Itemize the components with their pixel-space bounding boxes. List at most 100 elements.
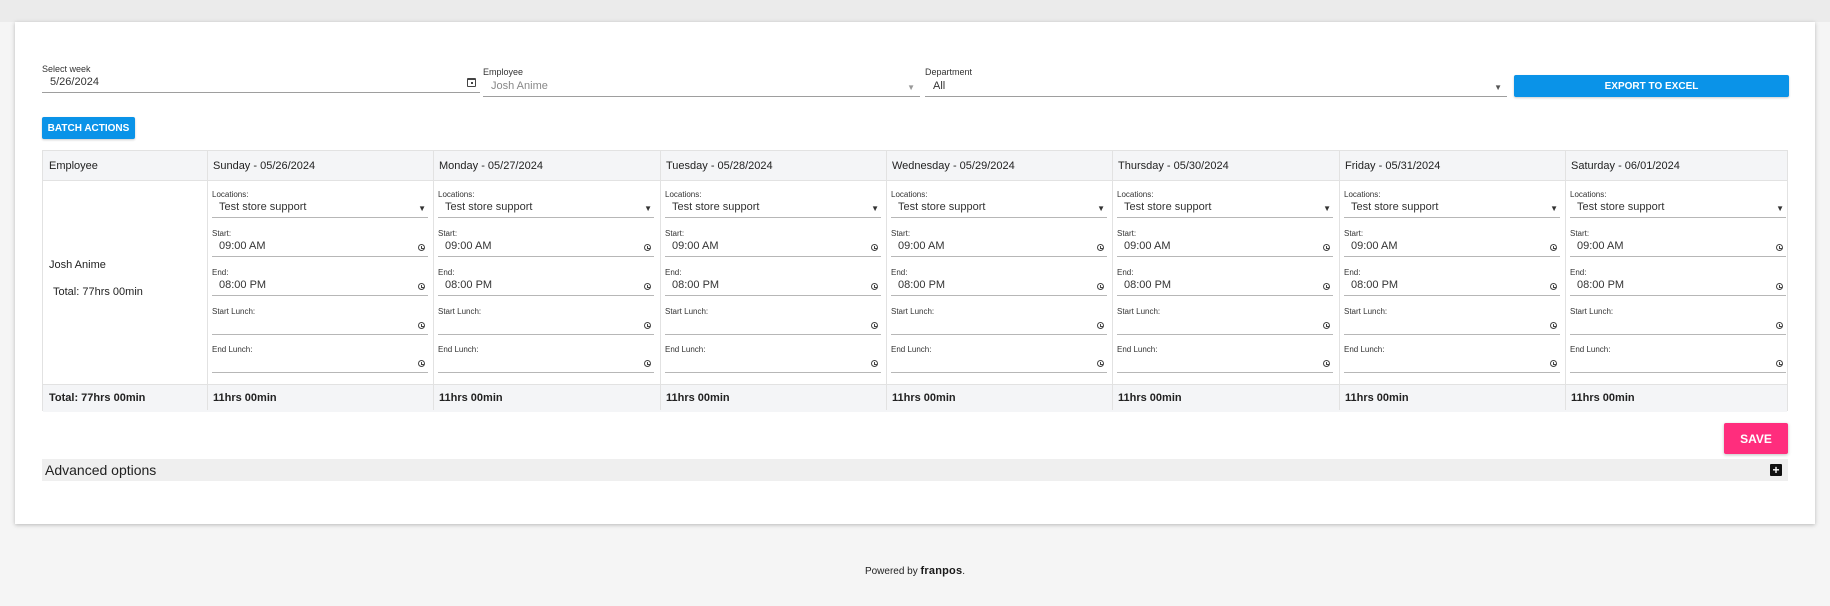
clock-icon[interactable] [1323,283,1330,290]
clock-icon[interactable] [871,244,878,251]
chevron-down-icon[interactable]: ▼ [1097,204,1105,213]
clock-icon[interactable] [1097,322,1104,329]
employee-label: Employee [483,67,524,77]
end-time-field[interactable]: 08:00 PM [898,279,945,291]
location-select-value[interactable]: Test store support [445,201,532,213]
clock-icon[interactable] [644,244,651,251]
end-time-field-underline [1344,295,1560,296]
start-time-field[interactable]: 09:00 AM [672,240,718,252]
clock-icon[interactable] [871,360,878,367]
location-select-underline [665,217,881,218]
start-time-field[interactable]: 09:00 AM [1577,240,1623,252]
start-lunch-field-underline [1570,334,1786,335]
end-lunch-field-underline [1570,372,1786,373]
clock-icon[interactable] [644,283,651,290]
clock-icon[interactable] [1097,244,1104,251]
day-cell: Locations: Test store support ▼ Start: 09:00… [1112,180,1338,384]
locations-label: Locations: [665,190,702,199]
day-cell: Locations: Test store support ▼ Start: 09:00… [886,180,1112,384]
location-select-underline [1344,217,1560,218]
location-select-value[interactable]: Test store support [672,201,759,213]
expand-plus-icon[interactable]: + [1770,464,1782,476]
end-lunch-field-label: End Lunch: [665,345,706,354]
day-header: Monday - 05/27/2024 [439,159,543,172]
end-time-field[interactable]: 08:00 PM [219,279,266,291]
clock-icon[interactable] [1550,322,1557,329]
day-cell: Locations: Test store support ▼ Start: 09:00… [433,180,659,384]
location-select-value[interactable]: Test store support [1124,201,1211,213]
end-lunch-field-underline [891,372,1107,373]
select-week-input[interactable]: 5/26/2024 [42,75,480,93]
end-time-field[interactable]: 08:00 PM [1351,279,1398,291]
chevron-down-icon[interactable]: ▼ [418,204,426,213]
end-time-field-label: End: [212,268,229,277]
end-time-field-label: End: [438,268,455,277]
chevron-down-icon[interactable]: ▼ [871,204,879,213]
start-time-field-label: Start: [438,229,458,238]
end-time-field-underline [438,295,654,296]
clock-icon[interactable] [418,322,425,329]
start-lunch-field-label: Start Lunch: [1344,307,1388,316]
location-select-underline [891,217,1107,218]
clock-icon[interactable] [1776,283,1783,290]
start-lunch-field-label: Start Lunch: [1117,307,1161,316]
day-header: Saturday - 06/01/2024 [1571,159,1680,172]
clock-icon[interactable] [644,360,651,367]
location-select-value[interactable]: Test store support [898,201,985,213]
start-time-field-label: Start: [665,229,685,238]
clock-icon[interactable] [1323,322,1330,329]
day-total: 11hrs 00min [1345,391,1409,404]
end-time-field[interactable]: 08:00 PM [445,279,492,291]
clock-icon[interactable] [1097,283,1104,290]
start-time-field[interactable]: 09:00 AM [1124,240,1170,252]
clock-icon[interactable] [418,360,425,367]
chevron-down-icon[interactable]: ▼ [1550,204,1558,213]
end-time-field-underline [665,295,881,296]
employee-name: Josh Anime [49,259,106,271]
start-time-field-underline [438,256,654,257]
clock-icon[interactable] [1550,360,1557,367]
department-select[interactable]: All ▼ [925,78,1507,97]
save-button[interactable]: SAVE [1724,423,1788,454]
chevron-down-icon[interactable]: ▼ [644,204,652,213]
start-lunch-field-label: Start Lunch: [438,307,482,316]
clock-icon[interactable] [1323,244,1330,251]
clock-icon[interactable] [1323,360,1330,367]
clock-icon[interactable] [871,322,878,329]
export-to-excel-button[interactable]: EXPORT TO EXCEL [1514,75,1789,97]
employee-select[interactable]: Josh Anime ▼ [483,78,920,97]
location-select-value[interactable]: Test store support [219,201,306,213]
clock-icon[interactable] [1776,244,1783,251]
clock-icon[interactable] [418,244,425,251]
day-total: 11hrs 00min [1118,391,1182,404]
start-time-field[interactable]: 09:00 AM [1351,240,1397,252]
advanced-options-bar[interactable]: Advanced options + [42,459,1788,481]
clock-icon[interactable] [871,283,878,290]
location-select-value[interactable]: Test store support [1577,201,1664,213]
batch-actions-button[interactable]: BATCH ACTIONS [42,117,135,139]
start-time-field[interactable]: 09:00 AM [219,240,265,252]
end-time-field[interactable]: 08:00 PM [1577,279,1624,291]
location-select-value[interactable]: Test store support [1351,201,1438,213]
start-time-field-underline [891,256,1107,257]
clock-icon[interactable] [1776,322,1783,329]
end-time-field[interactable]: 08:00 PM [672,279,719,291]
clock-icon[interactable] [418,283,425,290]
start-lunch-field-underline [1344,334,1560,335]
chevron-down-icon[interactable]: ▼ [1323,204,1331,213]
clock-icon[interactable] [1097,360,1104,367]
end-time-field-label: End: [665,268,682,277]
chevron-down-icon[interactable]: ▼ [1776,204,1784,213]
clock-icon[interactable] [1550,244,1557,251]
clock-icon[interactable] [1550,283,1557,290]
day-cell: Locations: Test store support ▼ Start: 09:00… [207,180,433,384]
clock-icon[interactable] [1776,360,1783,367]
clock-icon[interactable] [644,322,651,329]
day-total: 11hrs 00min [666,391,730,404]
end-lunch-field-label: End Lunch: [1117,345,1158,354]
start-time-field[interactable]: 09:00 AM [445,240,491,252]
end-time-field[interactable]: 08:00 PM [1124,279,1171,291]
schedule-table: Employee Total: 77hrs 00min Josh Anime T… [42,150,1788,412]
start-time-field[interactable]: 09:00 AM [898,240,944,252]
calendar-icon[interactable] [467,78,476,87]
